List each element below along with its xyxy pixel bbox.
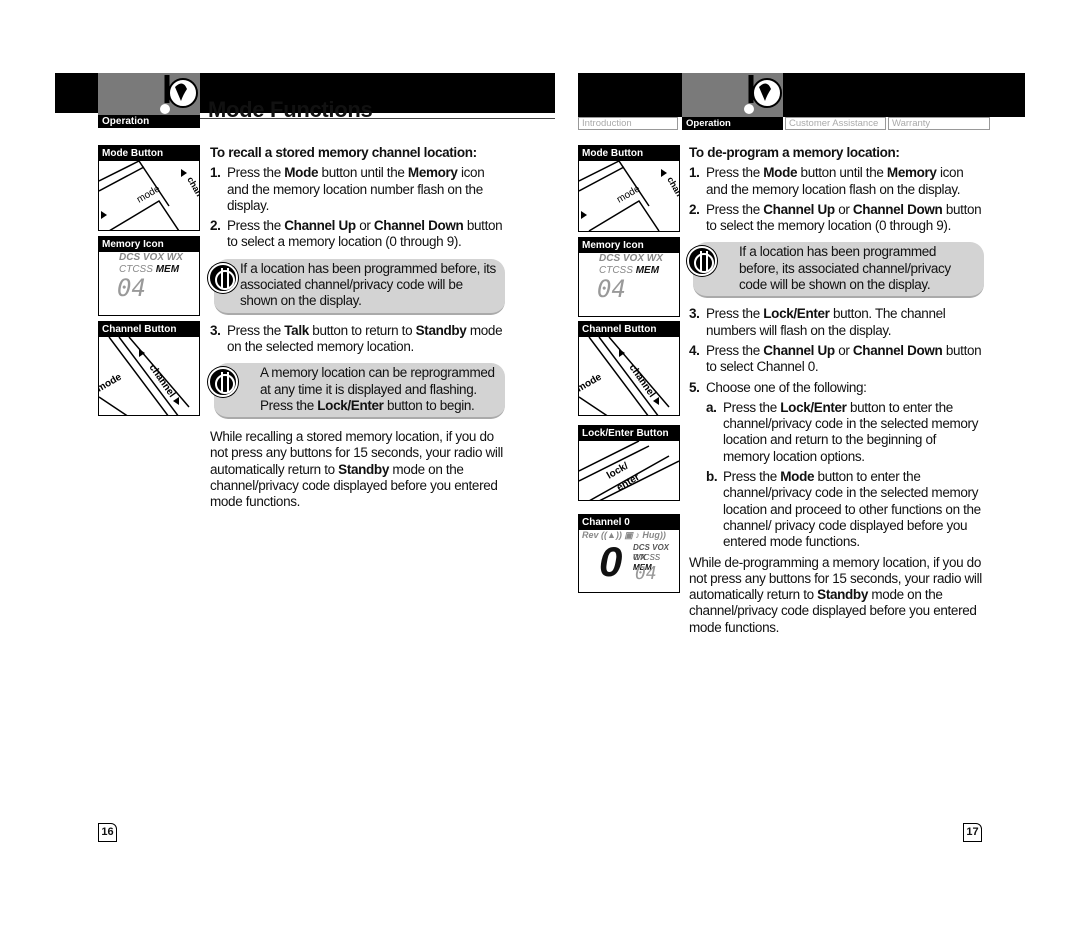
operation-tab-label: Operation	[98, 115, 200, 128]
figure-mode-button: Mode Button mode chan	[578, 145, 680, 232]
lcd-indicators: DCS VOX WX	[599, 253, 663, 264]
operation-section-tab: Operation	[98, 73, 200, 128]
figure-label: Memory Icon	[579, 238, 679, 253]
svg-text:mode: mode	[135, 183, 163, 205]
lock-enter-illustration: lock/enter	[579, 441, 679, 500]
right-content: To de-program a memory location: 1. Press…	[687, 145, 984, 636]
figure-memory-icon: Memory Icon DCS VOX WX CTCSS MEM 04	[98, 236, 200, 316]
figure-label: Mode Button	[579, 146, 679, 161]
figure-label: Channel 0	[579, 515, 679, 530]
page-title: Mode Functions	[208, 97, 373, 122]
lcd-mem: MEM	[155, 264, 180, 275]
svg-text:mode: mode	[99, 372, 124, 395]
section-heading: To de-program a memory location:	[689, 145, 900, 160]
note-callout: If a location has been programmed before…	[208, 258, 505, 315]
figure-channel-0: Channel 0 Rev ((▲)) ▣ ♪ Hug)) 0 DCS VOX …	[578, 514, 680, 593]
svg-text:chan: chan	[665, 175, 679, 198]
step-5: 5. Choose one of the following:	[689, 379, 867, 395]
figure-label: Channel Button	[99, 322, 199, 337]
nav-tab-customer-assistance[interactable]: Customer Assistance	[785, 117, 886, 130]
svg-text:mode: mode	[579, 372, 604, 395]
lcd-digits: 04	[597, 275, 626, 303]
figure-label: Memory Icon	[99, 237, 199, 252]
step-3: 3. Press the Talk button to return to Sta…	[210, 322, 503, 354]
operation-icon-block	[682, 73, 783, 117]
section-heading: To recall a stored memory channel locati…	[210, 145, 477, 160]
lcd-channel-digit: 0	[599, 538, 623, 585]
figure-channel-button: Channel Button channel mode	[98, 321, 200, 416]
lcd-indicators: DCS VOX WX	[119, 252, 183, 263]
lcd-mem: MEM	[635, 265, 660, 276]
figure-label: Mode Button	[99, 146, 199, 161]
step-2: 2. Press the Channel Up or Channel Down b…	[689, 201, 982, 234]
lcd-digits: 04	[117, 274, 146, 302]
figure-mode-button: Mode Button mode chan	[98, 145, 200, 231]
note-callout: A memory location can be reprogrammed at…	[208, 363, 505, 420]
page-number: 16	[98, 823, 117, 842]
step-2: 2. Press the Channel Up or Channel Down b…	[210, 218, 503, 250]
option-a: a. Press the Lock/Enter button to enter t…	[706, 399, 979, 464]
svg-text:mode: mode	[615, 183, 643, 205]
figure-lock-enter-button: Lock/Enter Button lock/enter	[578, 425, 680, 501]
page-number: 17	[963, 823, 982, 842]
step-1: 1. Press the Mode button until the Memory…	[210, 165, 485, 213]
radio-hand-icon	[160, 75, 198, 114]
step-1: 1. Press the Mode button until the Memory…	[689, 165, 964, 197]
figure-memory-icon: Memory Icon DCS VOX WX CTCSS MEM 04	[578, 237, 680, 317]
note-icon	[687, 246, 717, 277]
closing-paragraph: While recalling a stored memory location…	[210, 429, 503, 510]
figure-channel-button: Channel Button channel mode	[578, 321, 680, 416]
channel-button-illustration: channelmode	[579, 337, 670, 415]
channel-button-illustration: channelmode	[99, 337, 190, 415]
note-icon	[208, 367, 238, 398]
figure-label: Lock/Enter Button	[579, 426, 679, 441]
mode-button-illustration: mode chan	[99, 161, 199, 230]
nav-tab-operation[interactable]: Operation	[682, 117, 783, 130]
option-b: b. Press the Mode button to enter the cha…	[706, 469, 981, 550]
nav-tab-introduction[interactable]: Introduction	[578, 117, 678, 130]
radio-hand-icon	[744, 75, 782, 114]
closing-paragraph: While de-programming a memory location, …	[689, 554, 982, 635]
lcd-top-row: Rev ((▲)) ▣ ♪ Hug))	[582, 530, 666, 540]
lcd-ctcss: CTCSS	[633, 553, 661, 562]
right-header-bar	[578, 73, 1025, 117]
svg-text:chan: chan	[185, 175, 199, 198]
note-icon	[208, 262, 238, 293]
step-3: 3. Press the Lock/Enter button. The chann…	[689, 306, 946, 338]
left-content: To recall a stored memory channel locati…	[208, 145, 505, 511]
figure-label: Channel Button	[579, 322, 679, 337]
step-4: 4. Press the Channel Up or Channel Down b…	[689, 342, 982, 375]
nav-tab-warranty[interactable]: Warranty	[888, 117, 990, 130]
note-callout: If a location has been programmed before…	[687, 242, 984, 299]
lcd-digits: 04	[635, 563, 657, 584]
mode-button-illustration: mode chan	[579, 161, 679, 231]
